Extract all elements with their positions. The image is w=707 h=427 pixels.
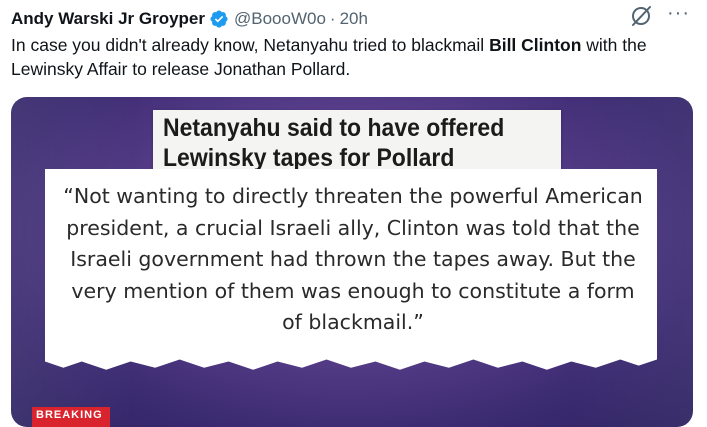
timestamp[interactable]: 20h	[340, 9, 368, 29]
author-name[interactable]: Andy Warski Jr Groyper	[11, 9, 205, 29]
tweet-text-bold: Bill Clinton	[489, 35, 582, 55]
grok-icon[interactable]	[628, 3, 654, 29]
breaking-banner: BREAKING	[32, 407, 110, 427]
more-options-icon[interactable]: ···	[667, 2, 690, 25]
verified-badge-icon	[210, 10, 228, 28]
tweet-header: Andy Warski Jr Groyper @BoooW0o · 20h	[11, 6, 707, 32]
tweet-text-part1: In case you didn't already know, Netanya…	[11, 35, 490, 55]
banner-text: BREAKING	[36, 409, 103, 421]
tweet-text: In case you didn't already know, Netanya…	[11, 34, 701, 81]
quote-card: “Not wanting to directly threaten the po…	[45, 169, 657, 370]
tweet-media-image[interactable]: Netanyahu said to have offered Lewinsky …	[11, 97, 693, 427]
separator-dot: ·	[329, 9, 336, 28]
quote-text: “Not wanting to directly threaten the po…	[63, 184, 643, 334]
headline-box: Netanyahu said to have offered Lewinsky …	[153, 110, 561, 177]
headline-text: Netanyahu said to have offered Lewinsky …	[163, 114, 505, 172]
author-handle[interactable]: @BoooW0o	[234, 9, 326, 29]
